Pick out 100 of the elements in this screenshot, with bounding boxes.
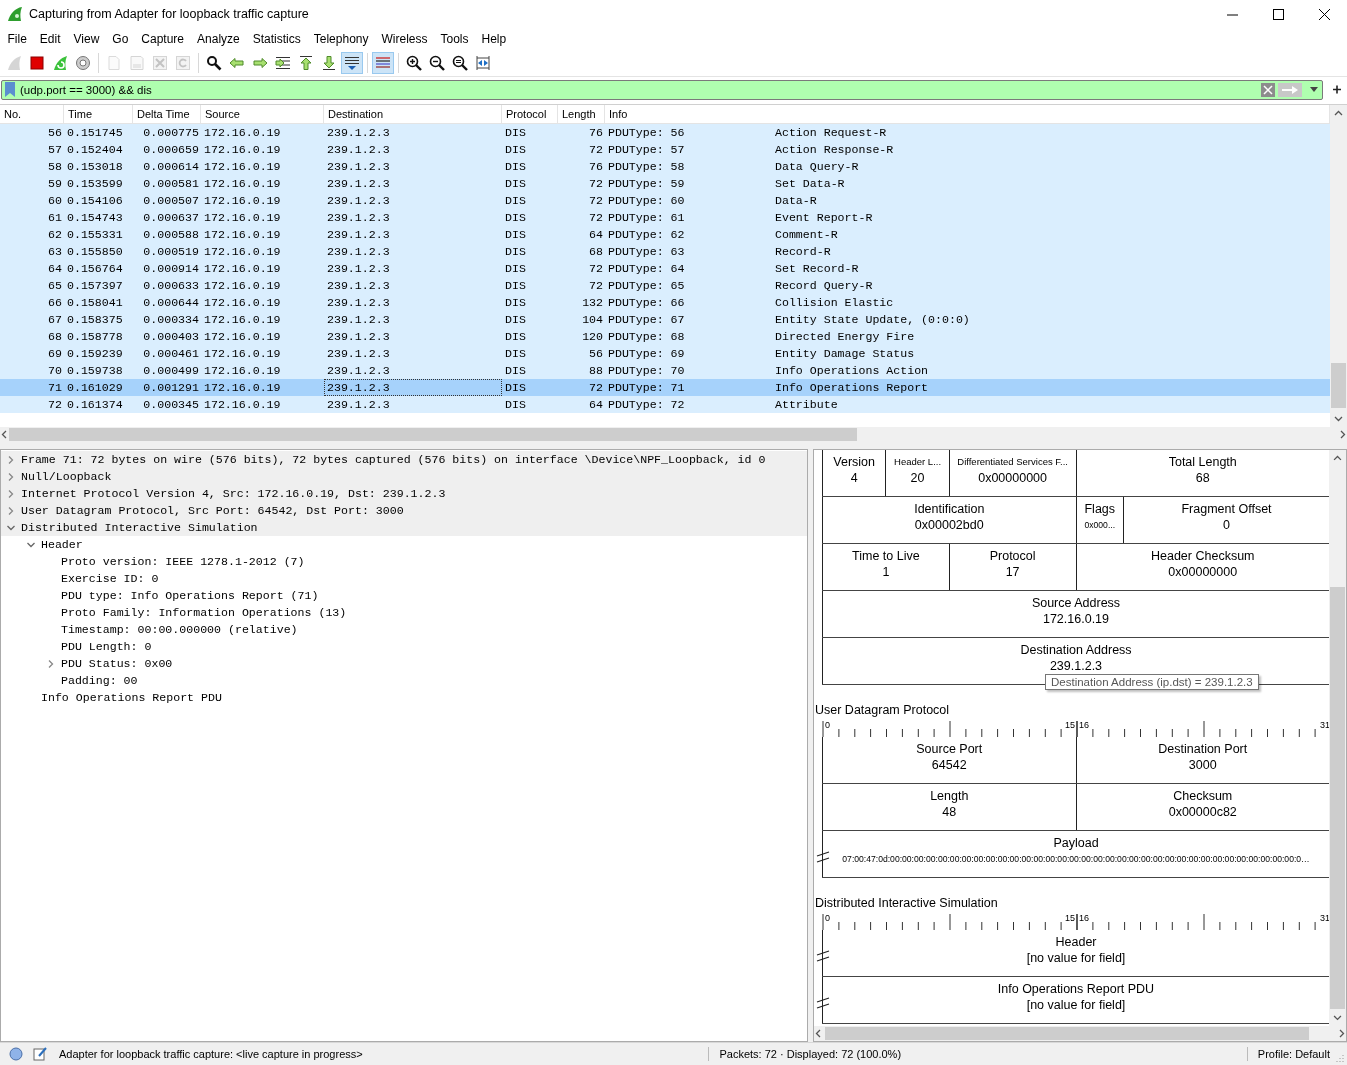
table-cell-text: 69 <box>47 345 63 362</box>
fin-icon <box>6 54 22 71</box>
table-cell-text: 68 <box>588 243 604 260</box>
ruler-label: 15 <box>1065 913 1075 924</box>
column-header[interactable]: Length <box>558 104 605 123</box>
scrollbar-thumb[interactable] <box>1330 587 1345 1010</box>
table-cell-text: Entity Damage Status <box>775 345 915 362</box>
tree-item[interactable]: Null/Loopback <box>21 470 112 484</box>
column-header[interactable]: Delta Time <box>133 104 201 123</box>
tree-item[interactable]: PDU Status: 0x00 <box>61 657 173 671</box>
down-arrow-icon <box>321 54 337 71</box>
table-cell-text: 172.16.0.19 <box>203 277 282 294</box>
table-cell-text: PDUType: 66 <box>608 294 686 311</box>
vertical-scrollbar[interactable] <box>1330 104 1347 428</box>
chevron-right-icon[interactable] <box>46 658 56 669</box>
horizontal-scrollbar[interactable] <box>0 427 1347 443</box>
vertical-scrollbar[interactable] <box>1329 450 1346 1027</box>
table-cell-text: Action Response-R <box>775 141 894 158</box>
table-cell-text: 0.000637 <box>142 209 200 226</box>
table-cell-text: 0.000614 <box>142 158 200 175</box>
filter-input[interactable]: (udp.port == 3000) && dis <box>20 81 1261 98</box>
diagram-field[interactable]: Differentiated Services F... 0x00000000 <box>948 450 1076 497</box>
table-cell-text: 239.1.2.3 <box>326 192 391 209</box>
tree-item[interactable]: Exercise ID: 0 <box>61 572 159 586</box>
table-cell-text: 72 <box>588 260 604 277</box>
menu-item[interactable]: Telephony <box>307 28 375 50</box>
table-cell-text: 239.1.2.3 <box>326 294 391 311</box>
table-cell-text: 67 <box>47 311 63 328</box>
column-header[interactable]: Source <box>201 104 324 123</box>
search-icon <box>206 54 222 71</box>
table-cell-text: 88 <box>588 362 604 379</box>
menu-item[interactable]: Tools <box>434 28 475 50</box>
scrollbar-thumb[interactable] <box>1331 363 1346 409</box>
chevron-right-icon[interactable] <box>6 505 16 516</box>
table-cell-text: 239.1.2.3 <box>326 277 391 294</box>
diagram-field[interactable]: Source Port 64542 <box>822 737 1076 784</box>
diagram-field[interactable]: Protocol 17 <box>948 544 1076 591</box>
filter-field[interactable]: (udp.port == 3000) && dis <box>1 79 1323 100</box>
menu-item[interactable]: Statistics <box>246 28 308 50</box>
table-cell-text: 0.154743 <box>66 209 124 226</box>
ruler-label: 15 <box>1065 720 1075 731</box>
menu-item[interactable]: Analyze <box>190 28 247 50</box>
menu-item[interactable]: Help <box>475 28 513 50</box>
table-cell-text: DIS <box>504 362 527 379</box>
section-title: User Datagram Protocol <box>814 702 951 720</box>
column-header[interactable]: No. <box>0 104 64 123</box>
table-cell-text: 0.000659 <box>142 141 200 158</box>
caret-icon[interactable] <box>1310 86 1318 93</box>
note-icon[interactable] <box>33 1047 47 1062</box>
chevron-right-icon[interactable] <box>6 454 16 465</box>
tree-item[interactable]: PDU Length: 0 <box>61 640 152 654</box>
tree-item[interactable]: Proto version: IEEE 1278.1-2012 (7) <box>61 555 305 569</box>
tree-item[interactable]: Info Operations Report PDU <box>41 691 222 705</box>
tree-item[interactable]: PDU type: Info Operations Report (71) <box>61 589 319 603</box>
scrollbar-thumb[interactable] <box>9 428 857 442</box>
table-cell-text: 76 <box>588 124 604 141</box>
ruler-label: 16 <box>1079 913 1089 924</box>
table-cell-text: 172.16.0.19 <box>203 175 282 192</box>
table-cell-text: Record Query-R <box>775 277 873 294</box>
table-cell-text: PDUType: 63 <box>608 243 686 260</box>
close-icon <box>1318 8 1330 20</box>
column-header[interactable]: Protocol <box>502 104 558 123</box>
table-cell-text: PDUType: 72 <box>608 396 686 413</box>
menu-item[interactable]: Wireless <box>375 28 434 50</box>
menu-item[interactable]: Go <box>105 28 135 50</box>
table-cell-text: 56 <box>47 124 63 141</box>
diagram-field[interactable]: Version 4 <box>822 450 886 497</box>
column-header[interactable]: Destination <box>324 104 502 123</box>
table-cell-text: 239.1.2.3 <box>326 158 391 175</box>
menu-item[interactable]: Capture <box>134 28 191 50</box>
tree-item[interactable]: Proto Family: Information Operations (13) <box>61 606 347 620</box>
tree-item[interactable]: Padding: 00 <box>61 674 138 688</box>
menu-item[interactable]: File <box>1 28 34 50</box>
table-cell-text: 0.000633 <box>142 277 200 294</box>
pane-splitter[interactable] <box>0 442 1347 450</box>
table-cell-text: PDUType: 65 <box>608 277 686 294</box>
diagram-field[interactable]: Flags 0x000... <box>1075 497 1124 544</box>
table-cell-text: 63 <box>47 243 63 260</box>
diagram-field[interactable]: Identification 0x00002bd0 <box>822 497 1076 544</box>
scrollbar-thumb[interactable] <box>825 1027 1309 1041</box>
lines-icon <box>344 54 360 71</box>
diagram-field[interactable]: Header L... 20 <box>885 450 949 497</box>
table-cell-text: 66 <box>47 294 63 311</box>
horizontal-scrollbar[interactable] <box>814 1026 1346 1042</box>
ruler-label: 31 <box>1320 913 1329 924</box>
table-cell-text: DIS <box>504 141 527 158</box>
chevron-down-icon <box>1334 414 1343 424</box>
tree-item[interactable]: Header <box>41 538 83 552</box>
menu-item[interactable]: Edit <box>33 28 68 50</box>
circle-icon[interactable] <box>9 1047 23 1062</box>
diagram-field[interactable]: Time to Live 1 <box>822 544 949 591</box>
tree-item[interactable]: Timestamp: 00:00.000000 (relative) <box>61 623 298 637</box>
toolbar-button[interactable] <box>341 51 363 74</box>
diagram-field[interactable]: Length 48 <box>822 784 1076 831</box>
menu-item[interactable]: View <box>67 28 106 50</box>
clear-icon[interactable] <box>1261 82 1275 97</box>
table-cell-text: 0.155331 <box>66 226 124 243</box>
chevron-right-icon[interactable] <box>6 488 16 499</box>
chevron-right-icon[interactable] <box>6 471 16 482</box>
column-header[interactable]: Time <box>64 104 133 123</box>
